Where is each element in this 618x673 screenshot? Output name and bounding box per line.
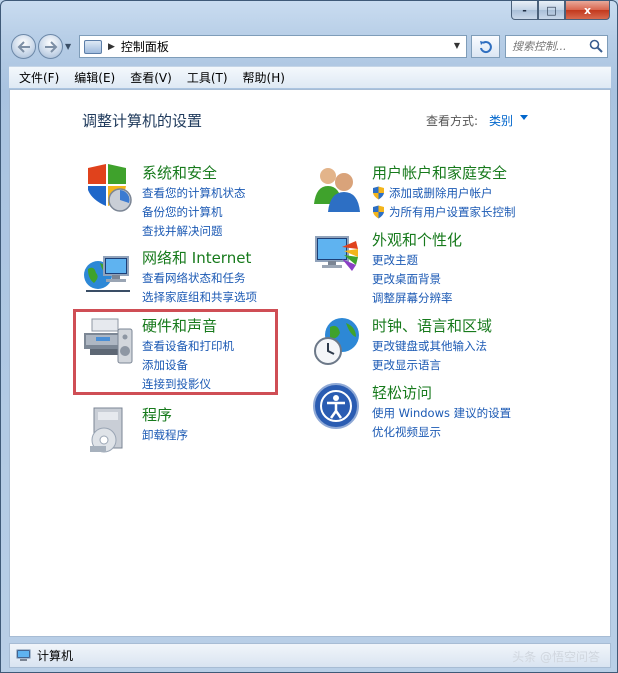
view-by-dropdown-arrow-icon[interactable] [520,115,528,120]
control-panel-icon [84,39,102,54]
category-title[interactable]: 系统和安全 [142,162,217,183]
address-bar[interactable]: ▶ 控制面板 ▼ [79,35,467,58]
recent-pages-dropdown-icon[interactable]: ▼ [65,42,71,51]
refresh-icon [479,40,492,53]
category-links: 卸载程序 [142,425,188,444]
category-links: 使用 Windows 建议的设置 优化视频显示 [372,403,511,441]
watermark: 头条 @悟空问答 [512,650,600,664]
search-icon[interactable] [589,39,603,53]
minimize-button[interactable]: - [511,1,538,20]
category-title[interactable]: 外观和个性化 [372,229,462,250]
category-links: 查看网络状态和任务 选择家庭组和共享选项 [142,268,257,306]
navigation-row: ▼ ▶ 控制面板 ▼ [9,34,611,60]
menu-edit[interactable]: 编辑(E) [68,69,124,86]
link-text[interactable]: 添加或删除用户帐户 [389,185,493,201]
link-add-remove-users[interactable]: 添加或删除用户帐户 [372,183,516,202]
maximize-button[interactable]: □ [538,1,565,20]
link-troubleshoot[interactable]: 查找并解决问题 [142,221,246,240]
back-arrow-icon [17,40,30,53]
uac-shield-icon [373,205,384,218]
category-title[interactable]: 轻松访问 [372,382,432,403]
forward-arrow-icon [44,40,57,53]
content-pane: 调整计算机的设置 查看方式: 类别 系统和安全 查看您的计算机状态 备份您的计算… [9,89,611,637]
close-button[interactable]: x [565,1,610,20]
search-box[interactable] [505,35,608,58]
ease-of-access-icon[interactable] [312,382,364,434]
category-links: 添加或删除用户帐户 为所有用户设置家长控制 [372,183,516,221]
link-optimize-visual-display[interactable]: 优化视频显示 [372,422,511,441]
link-backup-computer[interactable]: 备份您的计算机 [142,202,246,221]
control-panel-window: - □ x ▼ ▶ 控制面板 ▼ 搜索控制... 文件(F) 编辑(E) 查看(… [0,0,618,673]
category-title[interactable]: 用户帐户和家庭安全 [372,162,507,183]
link-parental-controls[interactable]: 为所有用户设置家长控制 [372,202,516,221]
address-dropdown-icon[interactable]: ▼ [454,41,460,50]
search-input[interactable] [512,40,584,53]
link-adjust-resolution[interactable]: 调整屏幕分辨率 [372,288,453,307]
link-change-display-language[interactable]: 更改显示语言 [372,355,487,374]
computer-icon [16,649,31,661]
menu-tools[interactable]: 工具(T) [181,69,237,86]
view-by-dropdown[interactable]: 类别 [489,112,513,129]
network-icon[interactable] [82,247,134,299]
link-view-network-status[interactable]: 查看网络状态和任务 [142,268,257,287]
category-title[interactable]: 程序 [142,404,172,425]
programs-icon[interactable] [82,404,134,456]
breadcrumb-separator-icon[interactable]: ▶ [108,42,115,52]
category-links: 更改主题 更改桌面背景 调整屏幕分辨率 [372,250,453,307]
system-security-icon[interactable] [82,162,134,214]
category-links: 查看您的计算机状态 备份您的计算机 查找并解决问题 [142,183,246,240]
link-change-theme[interactable]: 更改主题 [372,250,453,269]
link-text[interactable]: 为所有用户设置家长控制 [389,204,516,220]
status-bar: 计算机 头条 @悟空问答 [9,643,611,668]
uac-shield-icon [373,186,384,199]
menu-view[interactable]: 查看(V) [124,69,181,86]
category-title[interactable]: 网络和 Internet [142,247,251,268]
forward-button[interactable] [38,34,63,59]
category-title[interactable]: 时钟、语言和区域 [372,315,492,336]
link-view-computer-status[interactable]: 查看您的计算机状态 [142,183,246,202]
link-uninstall-program[interactable]: 卸载程序 [142,425,188,444]
view-by-label: 查看方式: [426,114,479,128]
caption-buttons: - □ x [511,1,610,20]
appearance-icon[interactable] [312,229,364,281]
link-change-keyboard-input[interactable]: 更改键盘或其他输入法 [372,336,487,355]
clock-language-icon[interactable] [312,315,364,367]
link-homegroup-sharing[interactable]: 选择家庭组和共享选项 [142,287,257,306]
menu-help[interactable]: 帮助(H) [237,69,294,86]
highlight-annotation-box [73,309,278,395]
link-use-recommended-settings[interactable]: 使用 Windows 建议的设置 [372,403,511,422]
status-text: 计算机 [37,649,74,663]
menu-bar: 文件(F) 编辑(E) 查看(V) 工具(T) 帮助(H) [9,66,611,88]
page-title: 调整计算机的设置 [82,112,203,130]
category-links: 更改键盘或其他输入法 更改显示语言 [372,336,487,374]
link-change-desktop-background[interactable]: 更改桌面背景 [372,269,453,288]
back-button[interactable] [11,34,36,59]
breadcrumb-control-panel[interactable]: 控制面板 [121,38,169,55]
menu-file[interactable]: 文件(F) [13,69,68,86]
user-accounts-icon[interactable] [312,162,364,214]
refresh-button[interactable] [471,35,500,58]
